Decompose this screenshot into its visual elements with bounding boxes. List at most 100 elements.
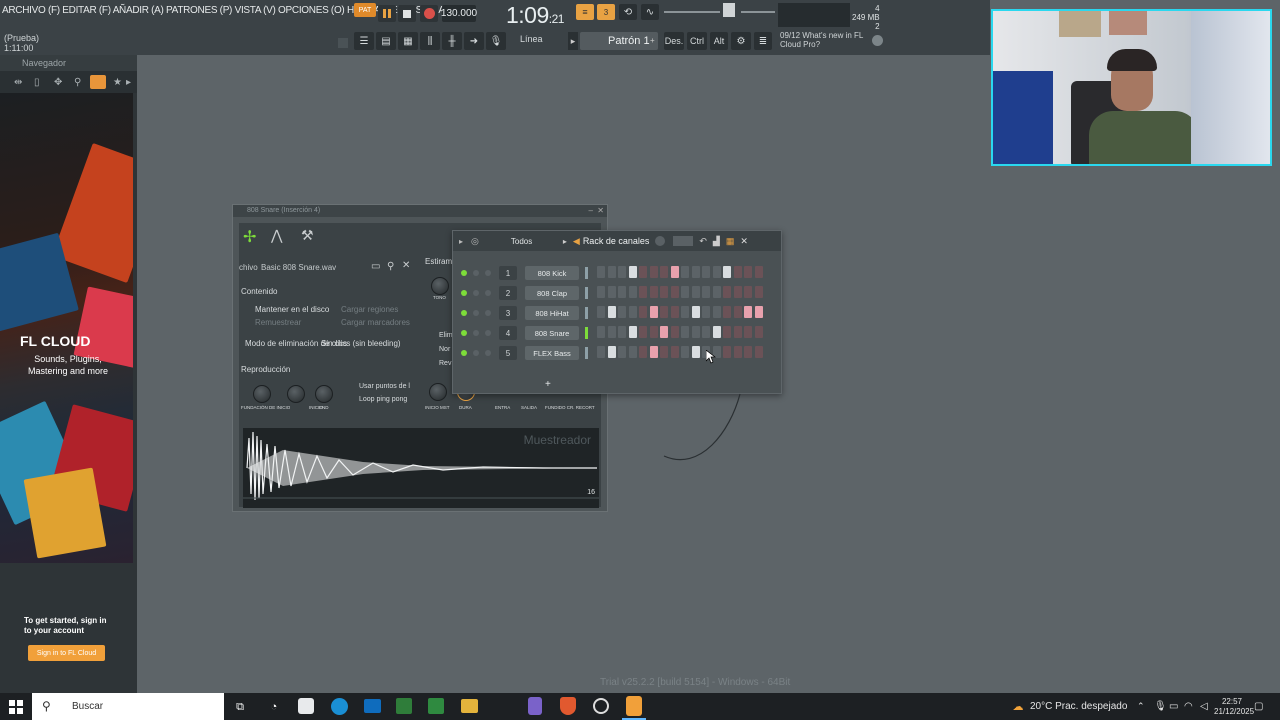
step-pad[interactable] xyxy=(702,306,710,318)
waveform-tab-icon[interactable]: ✢ xyxy=(243,227,256,247)
normalize-option[interactable]: Nor xyxy=(439,346,450,353)
app-icon[interactable] xyxy=(528,697,542,715)
channel-filter-select[interactable]: Todos xyxy=(511,237,555,246)
step-pad[interactable] xyxy=(628,266,637,278)
ctrl-button[interactable]: Ctrl xyxy=(687,32,707,50)
taskbar-search[interactable]: ⚲ Buscar xyxy=(32,693,224,720)
step-pad[interactable] xyxy=(597,326,605,338)
step-pad[interactable] xyxy=(754,266,763,278)
graph-icon[interactable]: ▟ xyxy=(713,236,720,247)
step-pad[interactable] xyxy=(639,326,647,338)
step-pad[interactable] xyxy=(670,286,679,298)
channel-mute-led[interactable] xyxy=(461,330,467,336)
channel-mixer-track[interactable]: 1 xyxy=(499,266,517,280)
elim-option[interactable]: Elim xyxy=(439,332,453,339)
step-pad[interactable] xyxy=(597,266,605,278)
step-pad[interactable] xyxy=(681,326,689,338)
step-pad[interactable] xyxy=(649,326,658,338)
app-icon[interactable] xyxy=(428,698,444,714)
channel-rack-titlebar[interactable]: ▸ ◎ Todos ▸ ◀ Rack de canales ↶ ▟ ▦ ✕ xyxy=(453,231,781,251)
edge-icon[interactable] xyxy=(331,698,348,715)
use-loop-points-option[interactable]: Usar puntos de l xyxy=(359,383,410,390)
step-pad[interactable] xyxy=(660,326,668,338)
pause-button[interactable] xyxy=(378,5,396,22)
step-pad[interactable] xyxy=(754,346,763,358)
channel-mute-led[interactable] xyxy=(461,310,467,316)
step-pad[interactable] xyxy=(723,306,731,318)
tempo-display[interactable]: 130.000 xyxy=(441,5,477,22)
step-pad[interactable] xyxy=(660,286,668,298)
step-pad[interactable] xyxy=(670,326,679,338)
step-pad[interactable] xyxy=(744,286,752,298)
channel-mute-led[interactable] xyxy=(461,290,467,296)
browser-move-icon[interactable]: ✥ xyxy=(54,77,62,88)
sign-in-button[interactable]: Sign in to FL Cloud xyxy=(28,645,105,661)
channel-name-button[interactable]: 808 Kick xyxy=(525,266,579,280)
step-pad[interactable] xyxy=(628,286,637,298)
plugin-picker-button[interactable]: ╫ xyxy=(442,32,462,50)
network-icon[interactable]: ▭ xyxy=(1169,701,1178,712)
step-pad[interactable] xyxy=(649,346,658,358)
step-pad[interactable] xyxy=(723,346,731,358)
step-pad[interactable] xyxy=(660,346,668,358)
playlist-button[interactable]: ☰ xyxy=(354,32,374,50)
folder-icon[interactable]: ▭ xyxy=(371,261,380,272)
step-pad[interactable] xyxy=(702,326,710,338)
countdown-button[interactable]: 3 xyxy=(597,4,615,20)
step-pad[interactable] xyxy=(618,286,626,298)
minimize-icon[interactable]: – xyxy=(589,206,593,215)
step-pad[interactable] xyxy=(597,306,605,318)
step-pad[interactable] xyxy=(660,266,668,278)
step-sequencer[interactable] xyxy=(597,346,765,358)
step-pad[interactable] xyxy=(607,326,616,338)
channel-pan-knob[interactable] xyxy=(473,330,479,336)
master-pitch-slider[interactable] xyxy=(741,11,775,13)
record-button[interactable] xyxy=(420,5,438,22)
step-pad[interactable] xyxy=(607,306,616,318)
fl-cloud-icon[interactable] xyxy=(90,75,106,89)
snap-selector[interactable]: Línea xyxy=(520,34,543,44)
step-pad[interactable] xyxy=(723,326,731,338)
declick-mode-select[interactable]: Sin clics (sin bleeding) xyxy=(321,339,401,348)
step-pad[interactable] xyxy=(691,306,700,318)
stop-button[interactable] xyxy=(398,5,416,22)
start-fade-knob[interactable] xyxy=(253,385,271,403)
notifications-icon[interactable]: ▢ xyxy=(1254,701,1263,712)
rack-swing-icon[interactable]: ◎ xyxy=(471,236,479,247)
tray-expand-icon[interactable]: ⌃ xyxy=(1137,701,1145,712)
channel-rack-button[interactable]: ▦ xyxy=(398,32,418,50)
task-view-icon[interactable]: ⧉ xyxy=(232,699,248,715)
channel-name-button[interactable]: 808 HiHat xyxy=(525,306,579,320)
channel-select-indicator[interactable] xyxy=(585,307,588,319)
step-pad[interactable] xyxy=(639,266,647,278)
sampler-titlebar[interactable]: 808 Snare (Inserción 4) xyxy=(233,205,607,217)
pattern-add-icon[interactable]: + xyxy=(650,36,655,45)
alt-button[interactable]: Alt xyxy=(710,32,728,50)
channel-name-button[interactable]: 808 Clap xyxy=(525,286,579,300)
step-pad[interactable] xyxy=(618,306,626,318)
volume-icon[interactable]: ◁ xyxy=(1200,701,1208,712)
step-pad[interactable] xyxy=(733,346,742,358)
browser-toggle-button[interactable]: ➜ xyxy=(464,32,484,50)
step-pad[interactable] xyxy=(597,286,605,298)
wifi-icon[interactable]: ◠ xyxy=(1184,701,1193,712)
step-pad[interactable] xyxy=(712,266,721,278)
step-pad[interactable] xyxy=(681,266,689,278)
sample-file-name[interactable]: Basic 808 Snare.wav xyxy=(261,263,336,272)
step-pad[interactable] xyxy=(691,326,700,338)
add-channel-icon[interactable]: + xyxy=(545,379,551,390)
step-pad[interactable] xyxy=(733,326,742,338)
step-pad[interactable] xyxy=(639,346,647,358)
mixer-button[interactable]: ⫼ xyxy=(420,32,440,50)
reverse-option[interactable]: Rev xyxy=(439,360,451,367)
news-button[interactable]: ≣ xyxy=(754,32,772,50)
step-pad[interactable] xyxy=(681,346,689,358)
browser-search-icon[interactable]: ⚲ xyxy=(74,77,81,88)
browser-file-icon[interactable]: ▯ xyxy=(34,77,40,88)
channel-name-button[interactable]: 808 Snare xyxy=(525,326,579,340)
channel-volume-knob[interactable] xyxy=(485,350,491,356)
undo-icon[interactable]: ↶ xyxy=(699,236,707,247)
fl-studio-icon[interactable] xyxy=(626,696,642,716)
step-pad[interactable] xyxy=(744,306,752,318)
brave-icon[interactable] xyxy=(560,697,576,715)
